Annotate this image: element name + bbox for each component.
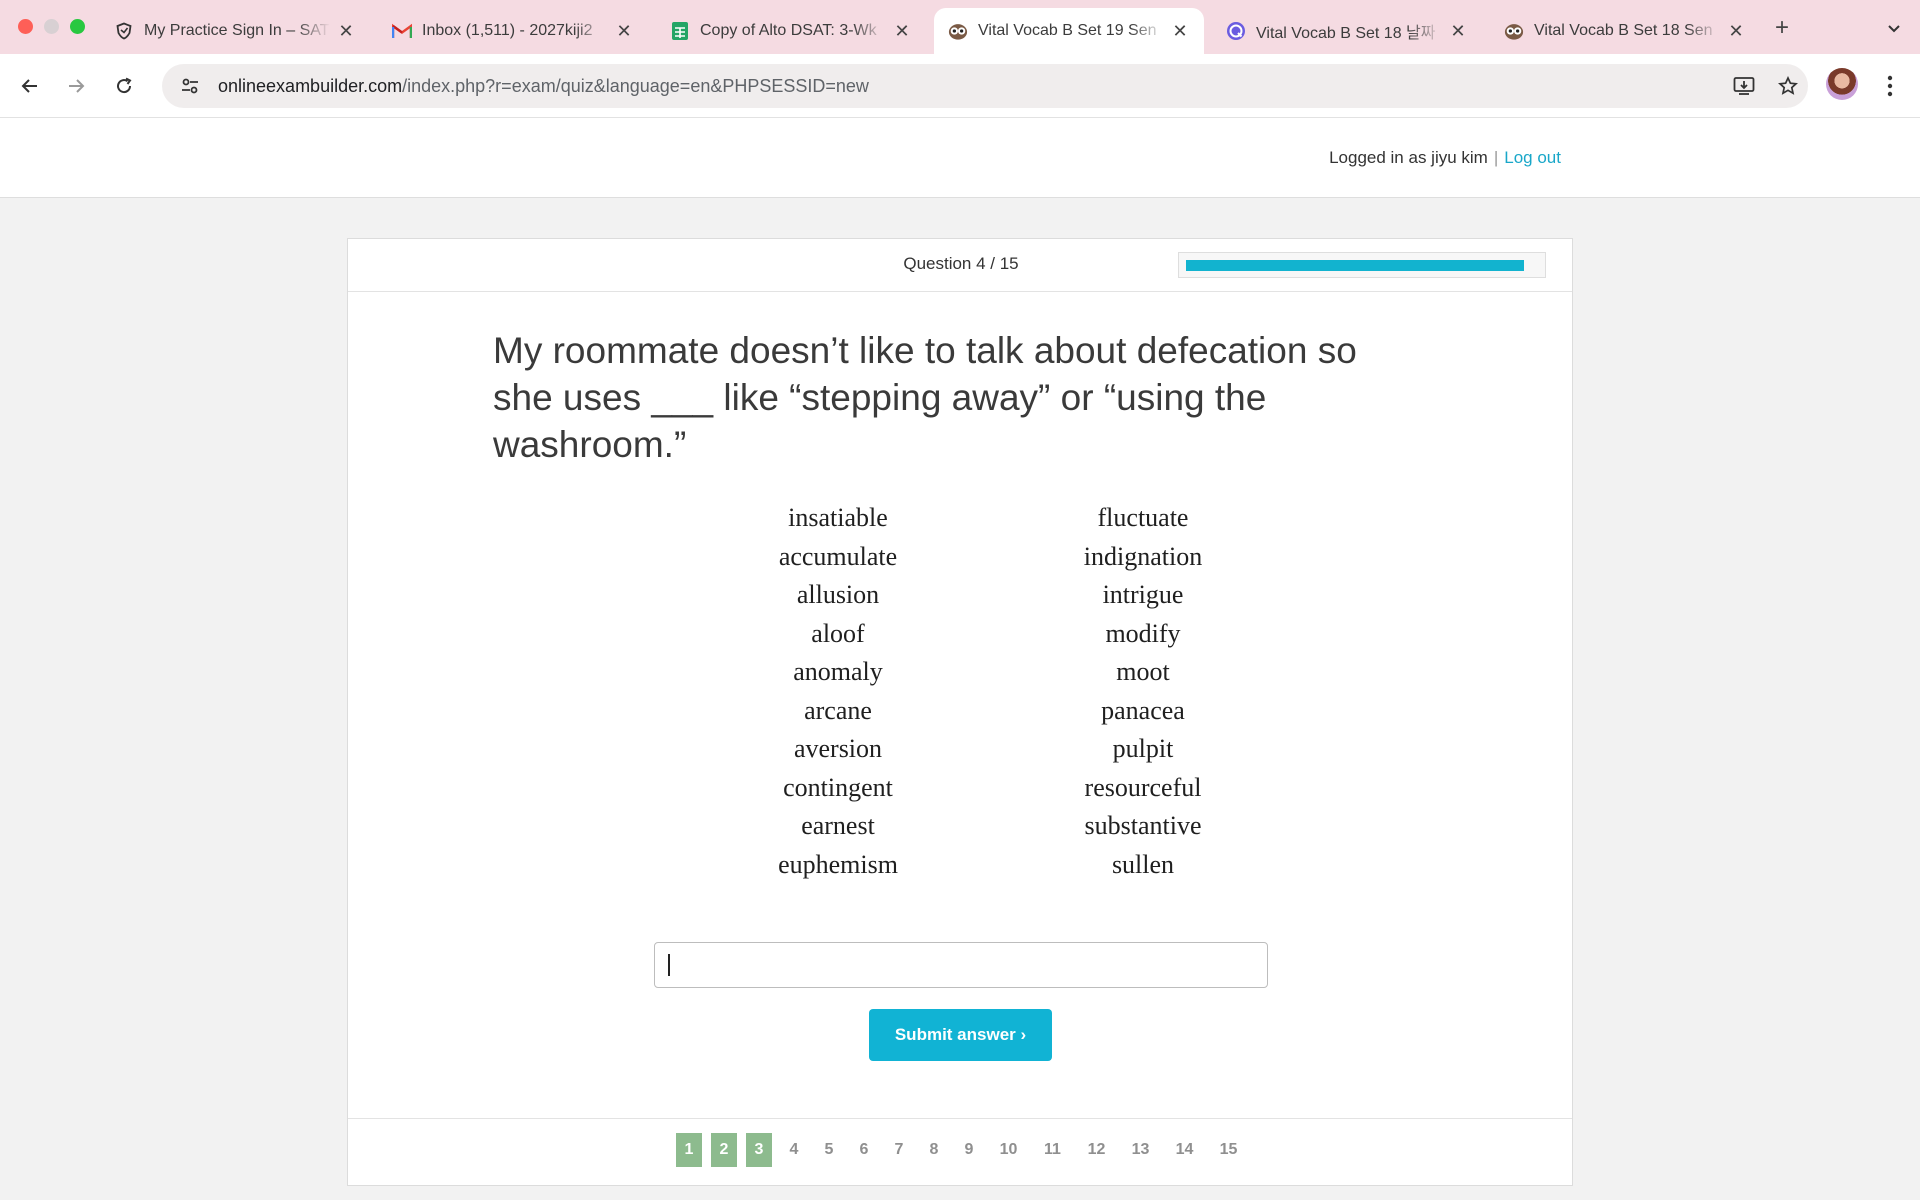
word-bank-word: moot (1116, 657, 1170, 686)
word-bank-column-left: insatiable accumulate allusion aloof anomaly… (738, 499, 938, 884)
quiz-card: Question 4 / 15 My roommate doesn’t like… (347, 238, 1573, 1186)
separator: | (1493, 148, 1499, 167)
close-tab-icon[interactable]: ✕ (336, 21, 356, 41)
browser-tab[interactable]: Inbox (1,511) - 2027kiji2 ✕ (378, 8, 648, 54)
word-bank-word: sullen (1111, 849, 1175, 879)
tab-title: Inbox (1,511) - 2027kiji2 (422, 22, 593, 39)
page-link-10[interactable]: 10 (991, 1133, 1026, 1167)
address-bar[interactable]: onlineexambuilder.com/index.php?r=exam/q… (162, 64, 1808, 108)
logged-in-text: Logged in as jiyu kim (1329, 148, 1488, 167)
page-link-5[interactable]: 5 (816, 1133, 842, 1167)
tab-title: My Practice Sign In – SAT (144, 22, 330, 39)
owl-icon (948, 21, 968, 41)
reload-icon[interactable] (108, 70, 140, 102)
text-caret (668, 954, 670, 976)
close-tab-icon[interactable]: ✕ (1170, 21, 1190, 41)
word-bank-word: euphemism (778, 849, 898, 879)
quiz-card-header: Question 4 / 15 (348, 239, 1572, 292)
word-bank-word: panacea (1101, 695, 1185, 725)
page-link-13[interactable]: 13 (1123, 1133, 1158, 1167)
word-bank-word: insatiable (788, 503, 888, 532)
install-app-icon[interactable] (1728, 70, 1760, 102)
close-tab-icon[interactable]: ✕ (614, 21, 634, 41)
shield-icon (114, 21, 134, 41)
close-tab-icon[interactable]: ✕ (1726, 21, 1746, 41)
page-link-1[interactable]: 1 (676, 1133, 702, 1167)
page-link-15[interactable]: 15 (1211, 1133, 1246, 1167)
url-text: onlineexambuilder.com/index.php?r=exam/q… (218, 75, 869, 96)
browser-tab[interactable]: Vital Vocab B Set 18 날짜 ✕ (1212, 8, 1482, 54)
new-tab-button[interactable]: + (1768, 14, 1796, 42)
word-bank-word: aloof (811, 618, 865, 648)
page-link-2[interactable]: 2 (711, 1133, 737, 1167)
word-bank-word: pulpit (1112, 734, 1174, 763)
close-window-button[interactable] (18, 19, 33, 34)
page-link-14[interactable]: 14 (1167, 1133, 1202, 1167)
submit-answer-button[interactable]: Submit answer › (869, 1009, 1052, 1061)
page-link-3[interactable]: 3 (746, 1133, 772, 1167)
page-link-4[interactable]: 4 (781, 1133, 807, 1167)
page-link-11[interactable]: 11 (1035, 1133, 1070, 1167)
close-tab-icon[interactable]: ✕ (1448, 21, 1468, 41)
sheets-icon (670, 21, 690, 41)
word-bank-word: anomaly (793, 657, 883, 686)
site-settings-icon[interactable] (170, 64, 210, 108)
word-bank-word: modify (1105, 618, 1181, 648)
page-link-8[interactable]: 8 (921, 1133, 947, 1167)
page-link-6[interactable]: 6 (851, 1133, 877, 1167)
bookmark-star-icon[interactable] (1772, 70, 1804, 102)
quiz-card-footer: 1 2 3 4 5 6 7 8 9 10 11 12 13 14 15 (348, 1118, 1572, 1186)
question-pagination: 1 2 3 4 5 6 7 8 9 10 11 12 13 14 15 (348, 1133, 1574, 1167)
tab-title: Vital Vocab B Set 18 날짜 (1256, 25, 1436, 42)
progress-bar-fill (1186, 260, 1524, 271)
browser-toolbar: onlineexambuilder.com/index.php?r=exam/q… (0, 54, 1920, 118)
word-bank-word: allusion (796, 580, 880, 609)
login-status: Logged in as jiyu kim | Log out (1329, 148, 1561, 168)
word-bank-word: fluctuate (1097, 503, 1189, 532)
page-link-9[interactable]: 9 (956, 1133, 982, 1167)
word-bank-word: contingent (783, 772, 893, 802)
maximize-window-button[interactable] (70, 19, 85, 34)
tab-title: Copy of Alto DSAT: 3-Wk (700, 22, 877, 39)
word-bank-word: intrigue (1102, 580, 1184, 609)
forward-arrow-icon[interactable] (60, 70, 92, 102)
answer-input[interactable] (654, 942, 1268, 988)
word-bank-word: indignation (1083, 541, 1203, 571)
browser-tab[interactable]: My Practice Sign In – SAT ✕ (100, 8, 370, 54)
question-text: My roommate doesn’t like to talk about d… (493, 330, 1357, 465)
kebab-menu-icon[interactable] (1876, 70, 1904, 102)
tab-title: Vital Vocab B Set 19 Sen (978, 22, 1157, 39)
progress-bar (1178, 252, 1546, 278)
browser-tab[interactable]: Vital Vocab B Set 18 Sen ✕ (1490, 8, 1760, 54)
back-arrow-icon[interactable] (14, 70, 46, 102)
word-bank-word: earnest (801, 811, 875, 840)
quizlet-icon (1226, 21, 1246, 41)
word-bank-word: aversion (793, 734, 883, 763)
owl-icon (1504, 21, 1524, 41)
browser-tab-active[interactable]: Vital Vocab B Set 19 Sen ✕ (934, 8, 1204, 54)
minimize-window-button[interactable] (44, 19, 59, 34)
page-link-12[interactable]: 12 (1079, 1133, 1114, 1167)
gmail-icon (392, 21, 412, 41)
word-bank-word: substantive (1084, 811, 1202, 840)
browser-tab-strip: My Practice Sign In – SAT ✕ Inbox (1,511… (0, 0, 1920, 54)
word-bank-word: accumulate (778, 541, 898, 571)
tab-title: Vital Vocab B Set 18 Sen (1534, 22, 1713, 39)
browser-tab[interactable]: Copy of Alto DSAT: 3-Wk ✕ (656, 8, 926, 54)
word-bank-word: arcane (804, 695, 872, 725)
site-header: Logged in as jiyu kim | Log out (0, 118, 1920, 198)
profile-avatar[interactable] (1826, 68, 1858, 100)
logout-link[interactable]: Log out (1504, 148, 1561, 167)
chevron-down-icon[interactable] (1880, 14, 1908, 42)
page-link-7[interactable]: 7 (886, 1133, 912, 1167)
word-bank-word: resourceful (1084, 772, 1202, 802)
word-bank-column-right: fluctuate indignation intrigue modify moot pa… (1043, 499, 1243, 884)
close-tab-icon[interactable]: ✕ (892, 21, 912, 41)
